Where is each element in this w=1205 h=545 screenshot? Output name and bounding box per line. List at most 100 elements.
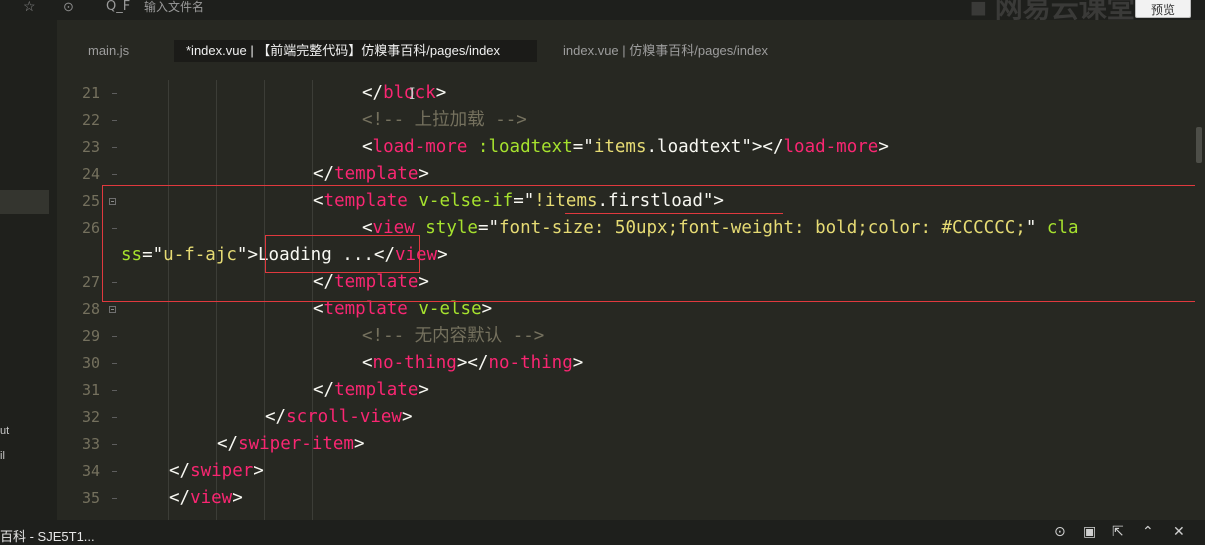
code-line[interactable]: 24 </template> — [57, 161, 1195, 188]
code-token: items — [593, 137, 647, 157]
sidebar-selected-row[interactable] — [0, 190, 49, 214]
tab-index-vue[interactable]: index.vue | 仿糗事百科/pages/index — [563, 40, 768, 62]
code-line[interactable]: 21 </block> — [57, 80, 1195, 107]
line-number: 28 — [81, 300, 100, 318]
status-bar: 百科 - SJE5T1... ⊙ ▣ ⇱ ⌃ ✕ — [0, 520, 1205, 545]
code-token: > — [481, 299, 493, 319]
status-project-name[interactable]: 百科 - SJE5T1... — [0, 526, 95, 545]
line-number: 29 — [81, 327, 100, 345]
export-icon[interactable]: ⇱ — [1112, 524, 1124, 540]
scrollbar-thumb[interactable] — [1196, 127, 1202, 163]
code-line[interactable]: 22 <!-- 上拉加载 --> — [57, 107, 1195, 134]
code-token: .loadtext — [646, 137, 742, 157]
line-number: 22 — [81, 111, 100, 129]
code-token: :loadtext — [477, 137, 573, 157]
code-text: </view> — [169, 485, 243, 512]
code-token: > — [418, 164, 429, 184]
code-line[interactable]: 34 </swiper> — [57, 458, 1195, 485]
code-line[interactable]: 30 <no-thing></no-thing> — [57, 350, 1195, 377]
code-token: </ — [762, 137, 784, 157]
line-number: 21 — [81, 84, 100, 102]
code-token: "> — [741, 137, 763, 157]
code-token: <!-- 上拉加载 --> — [362, 110, 527, 130]
run-circle-icon[interactable]: ⊙ — [1054, 524, 1066, 540]
line-number: 33 — [81, 435, 100, 453]
code-token: scroll-view — [286, 407, 402, 427]
code-token: > — [353, 434, 365, 454]
line-number: 23 — [81, 138, 100, 156]
code-token: swiper — [190, 461, 254, 481]
line-number: 31 — [81, 381, 100, 399]
highlight-box-loading-text — [265, 235, 420, 273]
code-text: <no-thing></no-thing> — [362, 350, 583, 377]
code-token: < — [313, 299, 324, 319]
code-token: </ — [467, 353, 489, 373]
star-icon[interactable]: ☆ — [23, 0, 36, 14]
code-line[interactable]: 32 </scroll-view> — [57, 404, 1195, 431]
code-text: </template> — [313, 161, 429, 188]
code-token: </ — [169, 461, 191, 481]
code-token: template — [334, 164, 419, 184]
preview-button[interactable]: 预览 — [1135, 0, 1191, 18]
line-number: 35 — [81, 489, 100, 507]
code-token: </ — [169, 488, 191, 508]
gutter-tick — [112, 417, 117, 418]
code-token: > — [878, 137, 889, 157]
line-number: 30 — [81, 354, 100, 372]
code-text: </template> — [313, 377, 429, 404]
gutter-tick — [112, 498, 117, 499]
code-text: </block> — [362, 80, 446, 107]
code-line[interactable]: 35 </view> — [57, 485, 1195, 512]
code-line[interactable]: 33 </swiper-item> — [57, 431, 1195, 458]
code-token: > — [572, 353, 584, 373]
code-token: template — [323, 299, 408, 319]
gutter-tick — [112, 120, 117, 121]
gutter-tick — [112, 147, 117, 148]
code-line[interactable]: 23 <load-more :loadtext="items.loadtext">… — [57, 134, 1195, 161]
code-text: </scroll-view> — [265, 404, 413, 431]
code-token: =" — [572, 137, 594, 157]
gutter-tick — [112, 471, 117, 472]
code-token: > — [456, 353, 468, 373]
code-token: v-else — [418, 299, 482, 319]
file-search-input[interactable] — [144, 0, 444, 15]
tab-index-vue-active[interactable]: *index.vue | 【前端完整代码】仿糗事百科/pages/index — [174, 40, 537, 62]
code-token: load-more — [783, 137, 879, 157]
code-line[interactable]: 31 </template> — [57, 377, 1195, 404]
code-token: </ — [362, 83, 384, 103]
tab-main-js[interactable]: main.js — [88, 40, 129, 62]
chevron-up-icon[interactable]: ⌃ — [1142, 524, 1154, 540]
top-toolbar: ☆ ⊙ Q_F ■ 网易云课堂 预览 — [0, 0, 1205, 23]
text-cursor-icon: I — [409, 84, 416, 103]
project-sidebar: ut il — [0, 20, 57, 520]
code-token: load-more — [372, 137, 468, 157]
code-token: > — [418, 380, 429, 400]
fold-toggle-icon[interactable] — [109, 306, 116, 313]
line-number: 24 — [81, 165, 100, 183]
line-number: 34 — [81, 462, 100, 480]
code-token: </ — [313, 380, 335, 400]
gutter-tick — [112, 93, 117, 94]
code-text: <!-- 上拉加载 --> — [362, 107, 527, 134]
code-token: > — [232, 488, 243, 508]
code-token: <!-- 无内容默认 --> — [362, 326, 545, 346]
code-token: > — [401, 407, 413, 427]
code-text: </swiper-item> — [217, 431, 365, 458]
gutter-tick — [112, 390, 117, 391]
run-icon[interactable]: ⊙ — [63, 0, 74, 15]
code-token: > — [253, 461, 264, 481]
code-token: no-thing — [372, 353, 457, 373]
terminal-icon[interactable]: ▣ — [1083, 524, 1096, 540]
code-text: </swiper> — [169, 458, 264, 485]
close-icon[interactable]: ✕ — [1173, 524, 1185, 540]
code-text: <!-- 无内容默认 --> — [362, 323, 544, 350]
search-icon: Q_F — [106, 0, 131, 14]
sidebar-item-ut[interactable]: ut — [0, 425, 9, 437]
code-line[interactable]: 29 <!-- 无内容默认 --> — [57, 323, 1195, 350]
line-number: 27 — [81, 273, 100, 291]
gutter-tick — [112, 174, 117, 175]
sidebar-item-il[interactable]: il — [0, 450, 5, 462]
code-token: < — [362, 137, 373, 157]
